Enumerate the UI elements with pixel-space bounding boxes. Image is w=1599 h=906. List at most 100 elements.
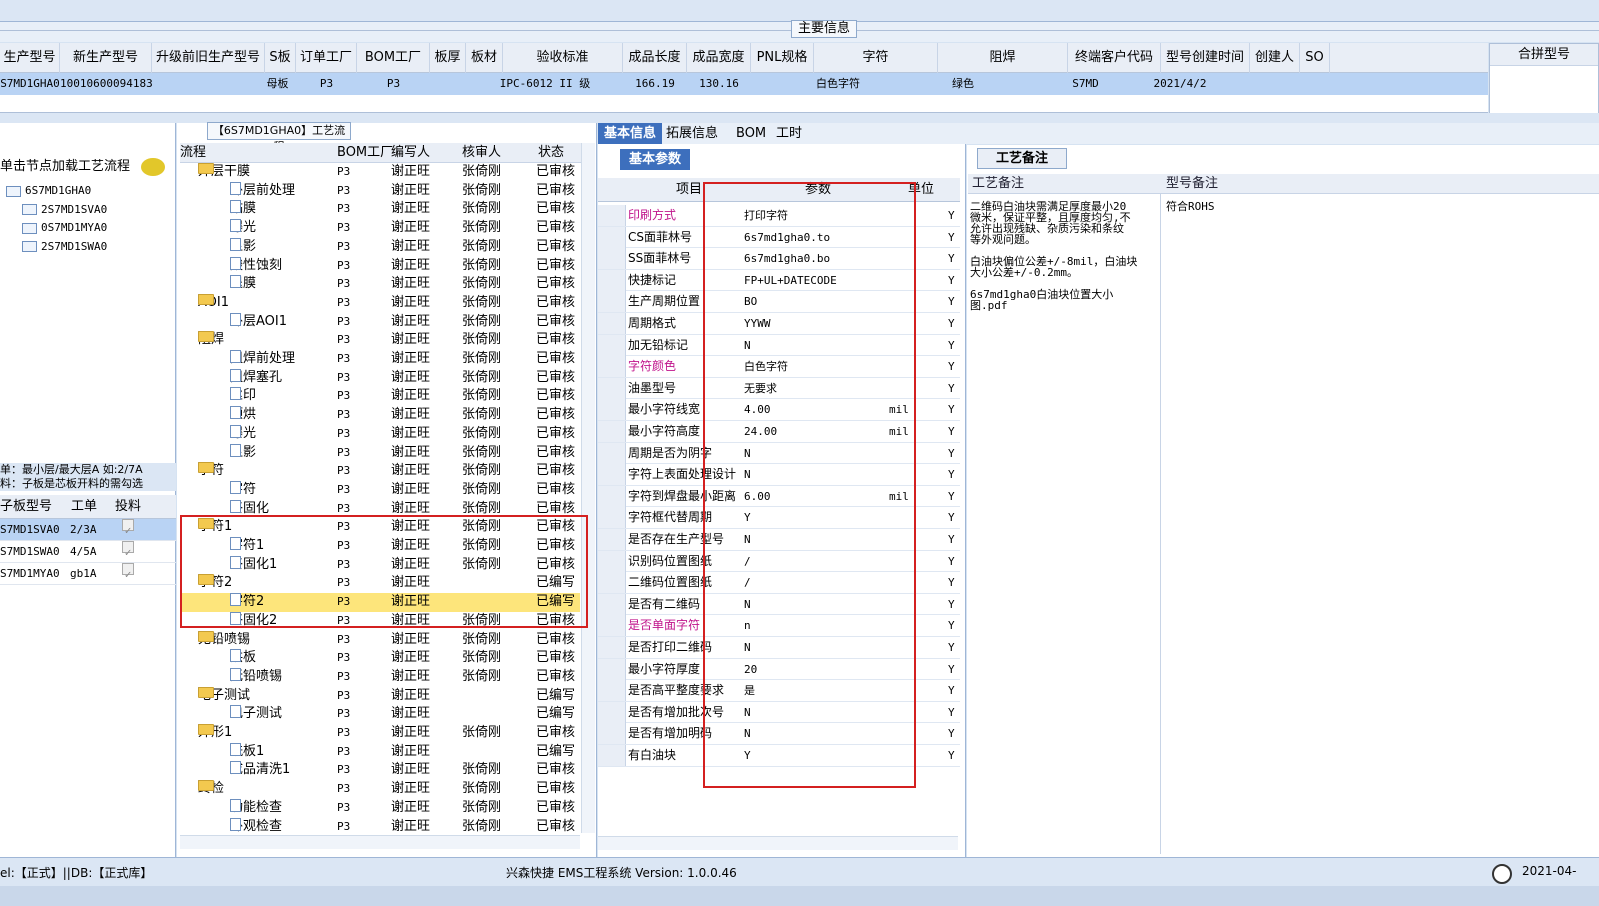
table-row[interactable]: S7MD1MYA0 gb1A ✓ xyxy=(0,563,176,585)
column-header[interactable]: 成品宽度 xyxy=(687,43,751,73)
table-row[interactable]: −无铅喷锡 P3 谢正旺 张倚刚 已审核 xyxy=(180,630,580,650)
column-header[interactable]: 阻焊 xyxy=(938,43,1068,73)
table-row[interactable]: 丝印 P3 谢正旺 张倚刚 已审核 xyxy=(180,387,580,406)
row-header[interactable] xyxy=(598,723,626,745)
row-header[interactable] xyxy=(598,291,626,313)
row-header[interactable] xyxy=(598,485,626,507)
column-header[interactable]: 工单 xyxy=(71,495,97,519)
column-header[interactable]: S板 xyxy=(265,43,296,73)
table-row[interactable]: 字符 P3 谢正旺 张倚刚 已审核 xyxy=(180,480,580,500)
table-row[interactable]: 显影 P3 谢正旺 张倚刚 已审核 xyxy=(180,443,580,463)
row-header[interactable] xyxy=(598,334,626,356)
row-header[interactable] xyxy=(598,745,626,766)
row-header[interactable] xyxy=(598,205,626,226)
table-row[interactable]: 阻焊前处理 P3 谢正旺 张倚刚 已审核 xyxy=(180,350,580,369)
table-row[interactable]: 电子测试 P3 谢正旺 已编写 xyxy=(180,705,580,724)
column-header[interactable]: 升级前旧生产型号 xyxy=(152,43,265,73)
table-row[interactable]: −电子测试 P3 谢正旺 已编写 xyxy=(180,686,580,706)
table-row[interactable]: −外层干膜 P3 谢正旺 张倚刚 已审核 xyxy=(180,163,580,182)
table-row[interactable]: 曝光 P3 谢正旺 张倚刚 已审核 xyxy=(180,424,580,444)
process-vscroll[interactable] xyxy=(581,143,595,833)
column-header[interactable]: 型号创建时间 xyxy=(1161,43,1250,73)
row-header[interactable] xyxy=(598,421,626,442)
row-header[interactable] xyxy=(598,356,626,378)
tree-node[interactable]: 2S7MD1SWA0 xyxy=(22,240,107,253)
row-header[interactable] xyxy=(598,658,626,680)
column-header[interactable]: 生产型号 xyxy=(0,43,60,73)
row-header[interactable] xyxy=(598,529,626,550)
row-header[interactable] xyxy=(598,269,626,291)
table-row[interactable]: −AOI1 P3 谢正旺 张倚刚 已审核 xyxy=(180,293,580,313)
process-hscroll[interactable] xyxy=(180,835,580,849)
row-header[interactable] xyxy=(598,399,626,421)
row-header[interactable] xyxy=(598,572,626,594)
row-header[interactable] xyxy=(598,615,626,637)
column-header[interactable]: 成品长度 xyxy=(623,43,687,73)
process-notes-text[interactable]: 二维码白油块需满足厚度最小20 微米，保证平整，且厚度均匀,不 允许出现残缺、杂… xyxy=(970,201,1156,311)
column-header[interactable]: 订单工厂 xyxy=(296,43,357,73)
column-header[interactable]: 创建人 xyxy=(1250,43,1300,73)
row-header[interactable] xyxy=(598,313,626,334)
params-hscroll[interactable] xyxy=(598,836,958,850)
row-header[interactable] xyxy=(598,226,626,248)
table-row[interactable]: 外层AOI1 P3 谢正旺 张倚刚 已审核 xyxy=(180,312,580,332)
column-header[interactable]: SO xyxy=(1300,43,1330,73)
column-header[interactable]: 终端客户代码 xyxy=(1068,43,1161,73)
column-header[interactable]: 项目 xyxy=(676,178,702,202)
table-row[interactable]: 功能检查 P3 谢正旺 张倚刚 已审核 xyxy=(180,798,580,818)
table-row[interactable]: 退膜 P3 谢正旺 张倚刚 已审核 xyxy=(180,275,580,294)
column-header[interactable]: 流程 xyxy=(180,143,206,163)
table-row[interactable]: 成品清洗1 P3 谢正旺 张倚刚 已审核 xyxy=(180,761,580,780)
tab-process-notes[interactable]: 工艺备注 xyxy=(977,148,1067,169)
column-header[interactable]: 验收标准 xyxy=(503,43,623,73)
tab-1[interactable]: 拓展信息 xyxy=(660,123,724,144)
table-row[interactable]: S7MD1SWA0 4/5A ✓ xyxy=(0,541,176,563)
row-header[interactable] xyxy=(598,442,626,464)
table-row[interactable]: −终检 P3 谢正旺 张倚刚 已审核 xyxy=(180,780,580,799)
column-header[interactable]: 状态 xyxy=(538,143,564,163)
feed-checkbox[interactable]: ✓ xyxy=(122,519,134,537)
row-header[interactable] xyxy=(598,248,626,270)
column-header[interactable]: 投料 xyxy=(115,495,141,519)
table-row[interactable]: −字符 P3 谢正旺 张倚刚 已审核 xyxy=(180,462,580,481)
table-row[interactable]: 曝光 P3 谢正旺 张倚刚 已审核 xyxy=(180,219,580,238)
feed-checkbox[interactable]: ✓ xyxy=(122,541,134,559)
tab-3[interactable]: 工时 xyxy=(770,123,808,144)
tab-basic-params[interactable]: 基本参数 xyxy=(620,149,690,170)
table-row[interactable]: 无铅喷锡 P3 谢正旺 张倚刚 已审核 xyxy=(180,667,580,687)
row-header[interactable] xyxy=(598,680,626,702)
table-row[interactable]: −外形1 P3 谢正旺 张倚刚 已审核 xyxy=(180,724,580,743)
tree-node[interactable]: 6S7MD1GHA0 xyxy=(6,184,91,197)
column-header[interactable]: 板厚 xyxy=(430,43,466,73)
table-row[interactable]: 阻焊塞孔 P3 谢正旺 张倚刚 已审核 xyxy=(180,368,580,388)
table-row[interactable]: 酸性蚀刻 P3 谢正旺 张倚刚 已审核 xyxy=(180,256,580,276)
column-header[interactable]: BOM工厂 xyxy=(337,143,393,163)
main-info-row[interactable]: S7MD1GHA0 10010600094183 母板 P3 P3 IPC-6012 II… xyxy=(0,73,1488,95)
column-header[interactable]: 板材 xyxy=(466,43,503,73)
model-notes-text[interactable]: 符合ROHS xyxy=(1166,201,1366,212)
table-row[interactable]: −阻焊 P3 谢正旺 张倚刚 已审核 xyxy=(180,331,580,350)
column-header[interactable]: 编写人 xyxy=(391,143,430,163)
column-header[interactable]: 核审人 xyxy=(462,143,501,163)
tree-node[interactable]: 0S7MD1MYA0 xyxy=(22,221,107,234)
row-header[interactable] xyxy=(598,593,626,615)
tab-0[interactable]: 基本信息 xyxy=(598,123,663,144)
row-header[interactable] xyxy=(598,637,626,658)
table-row[interactable]: 外观检查 P3 谢正旺 张倚刚 已审核 xyxy=(180,817,580,837)
table-row[interactable]: 外层前处理 P3 谢正旺 张倚刚 已审核 xyxy=(180,181,580,201)
row-header[interactable] xyxy=(598,377,626,399)
column-header[interactable]: 子板型号 xyxy=(0,495,52,519)
row-header[interactable] xyxy=(598,464,626,486)
row-header[interactable] xyxy=(598,507,626,529)
table-row[interactable]: 烘板 P3 谢正旺 张倚刚 已审核 xyxy=(180,649,580,668)
table-row[interactable]: S7MD1SVA0 2/3A ✓ xyxy=(0,519,176,541)
row-header[interactable] xyxy=(598,550,626,572)
table-row[interactable]: 显影 P3 谢正旺 张倚刚 已审核 xyxy=(180,237,580,257)
row-header[interactable] xyxy=(598,701,626,723)
table-row[interactable]: 预烘 P3 谢正旺 张倚刚 已审核 xyxy=(180,406,580,425)
chat-bubble-icon[interactable] xyxy=(141,158,165,176)
tab-2[interactable]: BOM xyxy=(730,123,772,144)
tree-node[interactable]: 2S7MD1SVA0 xyxy=(22,203,107,216)
feed-checkbox[interactable]: ✓ xyxy=(122,563,134,581)
column-header[interactable]: PNL规格 xyxy=(751,43,814,73)
